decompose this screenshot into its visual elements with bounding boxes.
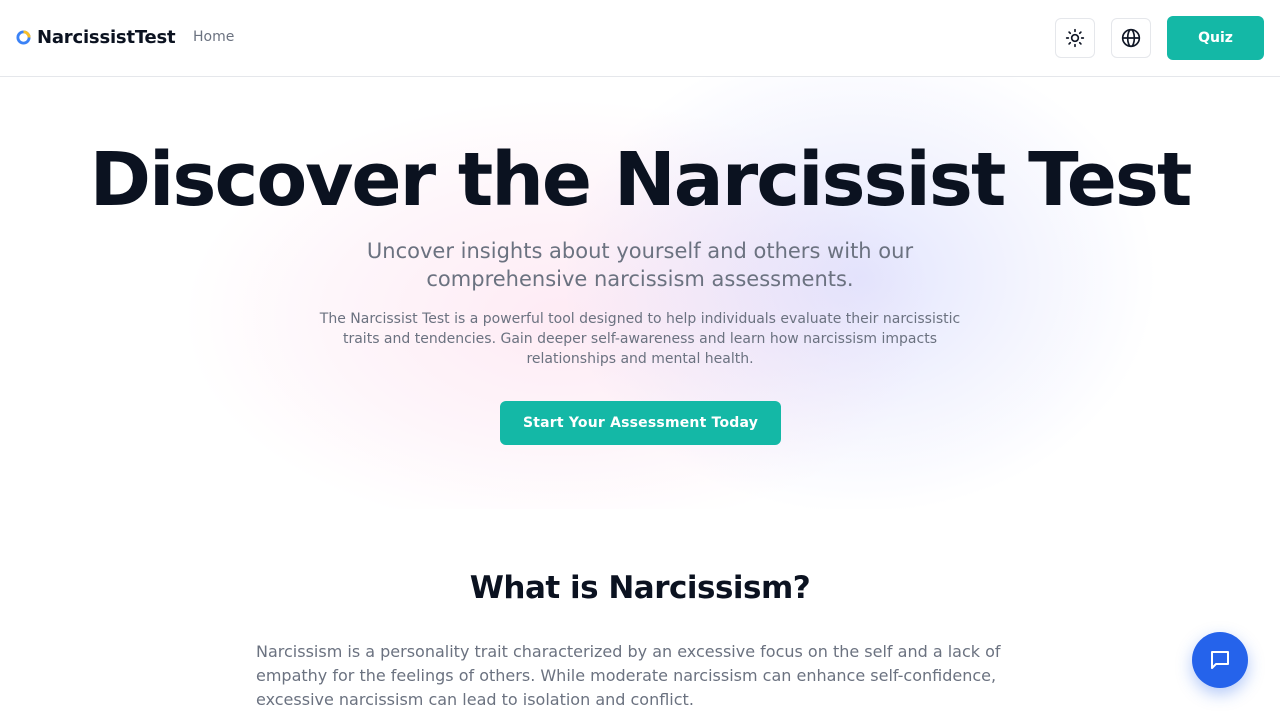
- hero-title: Discover the Narcissist Test: [89, 137, 1193, 223]
- section-text: Narcissism is a personality trait charac…: [256, 642, 1001, 709]
- hero-section: Discover the Narcissist Test Uncover ins…: [0, 77, 1280, 509]
- brand-name: NarcissistTest: [37, 27, 176, 48]
- language-button[interactable]: [1111, 18, 1151, 58]
- nav-home-link[interactable]: Home: [193, 29, 234, 45]
- brand-logo-icon: [16, 30, 31, 45]
- hero-subtitle: Uncover insights about yourself and othe…: [366, 239, 914, 291]
- theme-toggle-button[interactable]: [1055, 18, 1095, 58]
- section-title: What is Narcissism?: [469, 570, 811, 606]
- chat-button[interactable]: [1192, 632, 1248, 688]
- globe-icon: [1121, 28, 1141, 48]
- quiz-button[interactable]: Quiz: [1167, 16, 1264, 60]
- start-assessment-button[interactable]: Start Your Assessment Today: [500, 401, 781, 445]
- sun-icon: [1065, 28, 1085, 48]
- site-header: NarcissistTest Home Quiz: [0, 0, 1280, 77]
- brand-link[interactable]: NarcissistTest: [16, 27, 176, 48]
- chat-bubble-icon: [1211, 651, 1229, 669]
- hero-description: The Narcissist Test is a powerful tool d…: [319, 311, 961, 367]
